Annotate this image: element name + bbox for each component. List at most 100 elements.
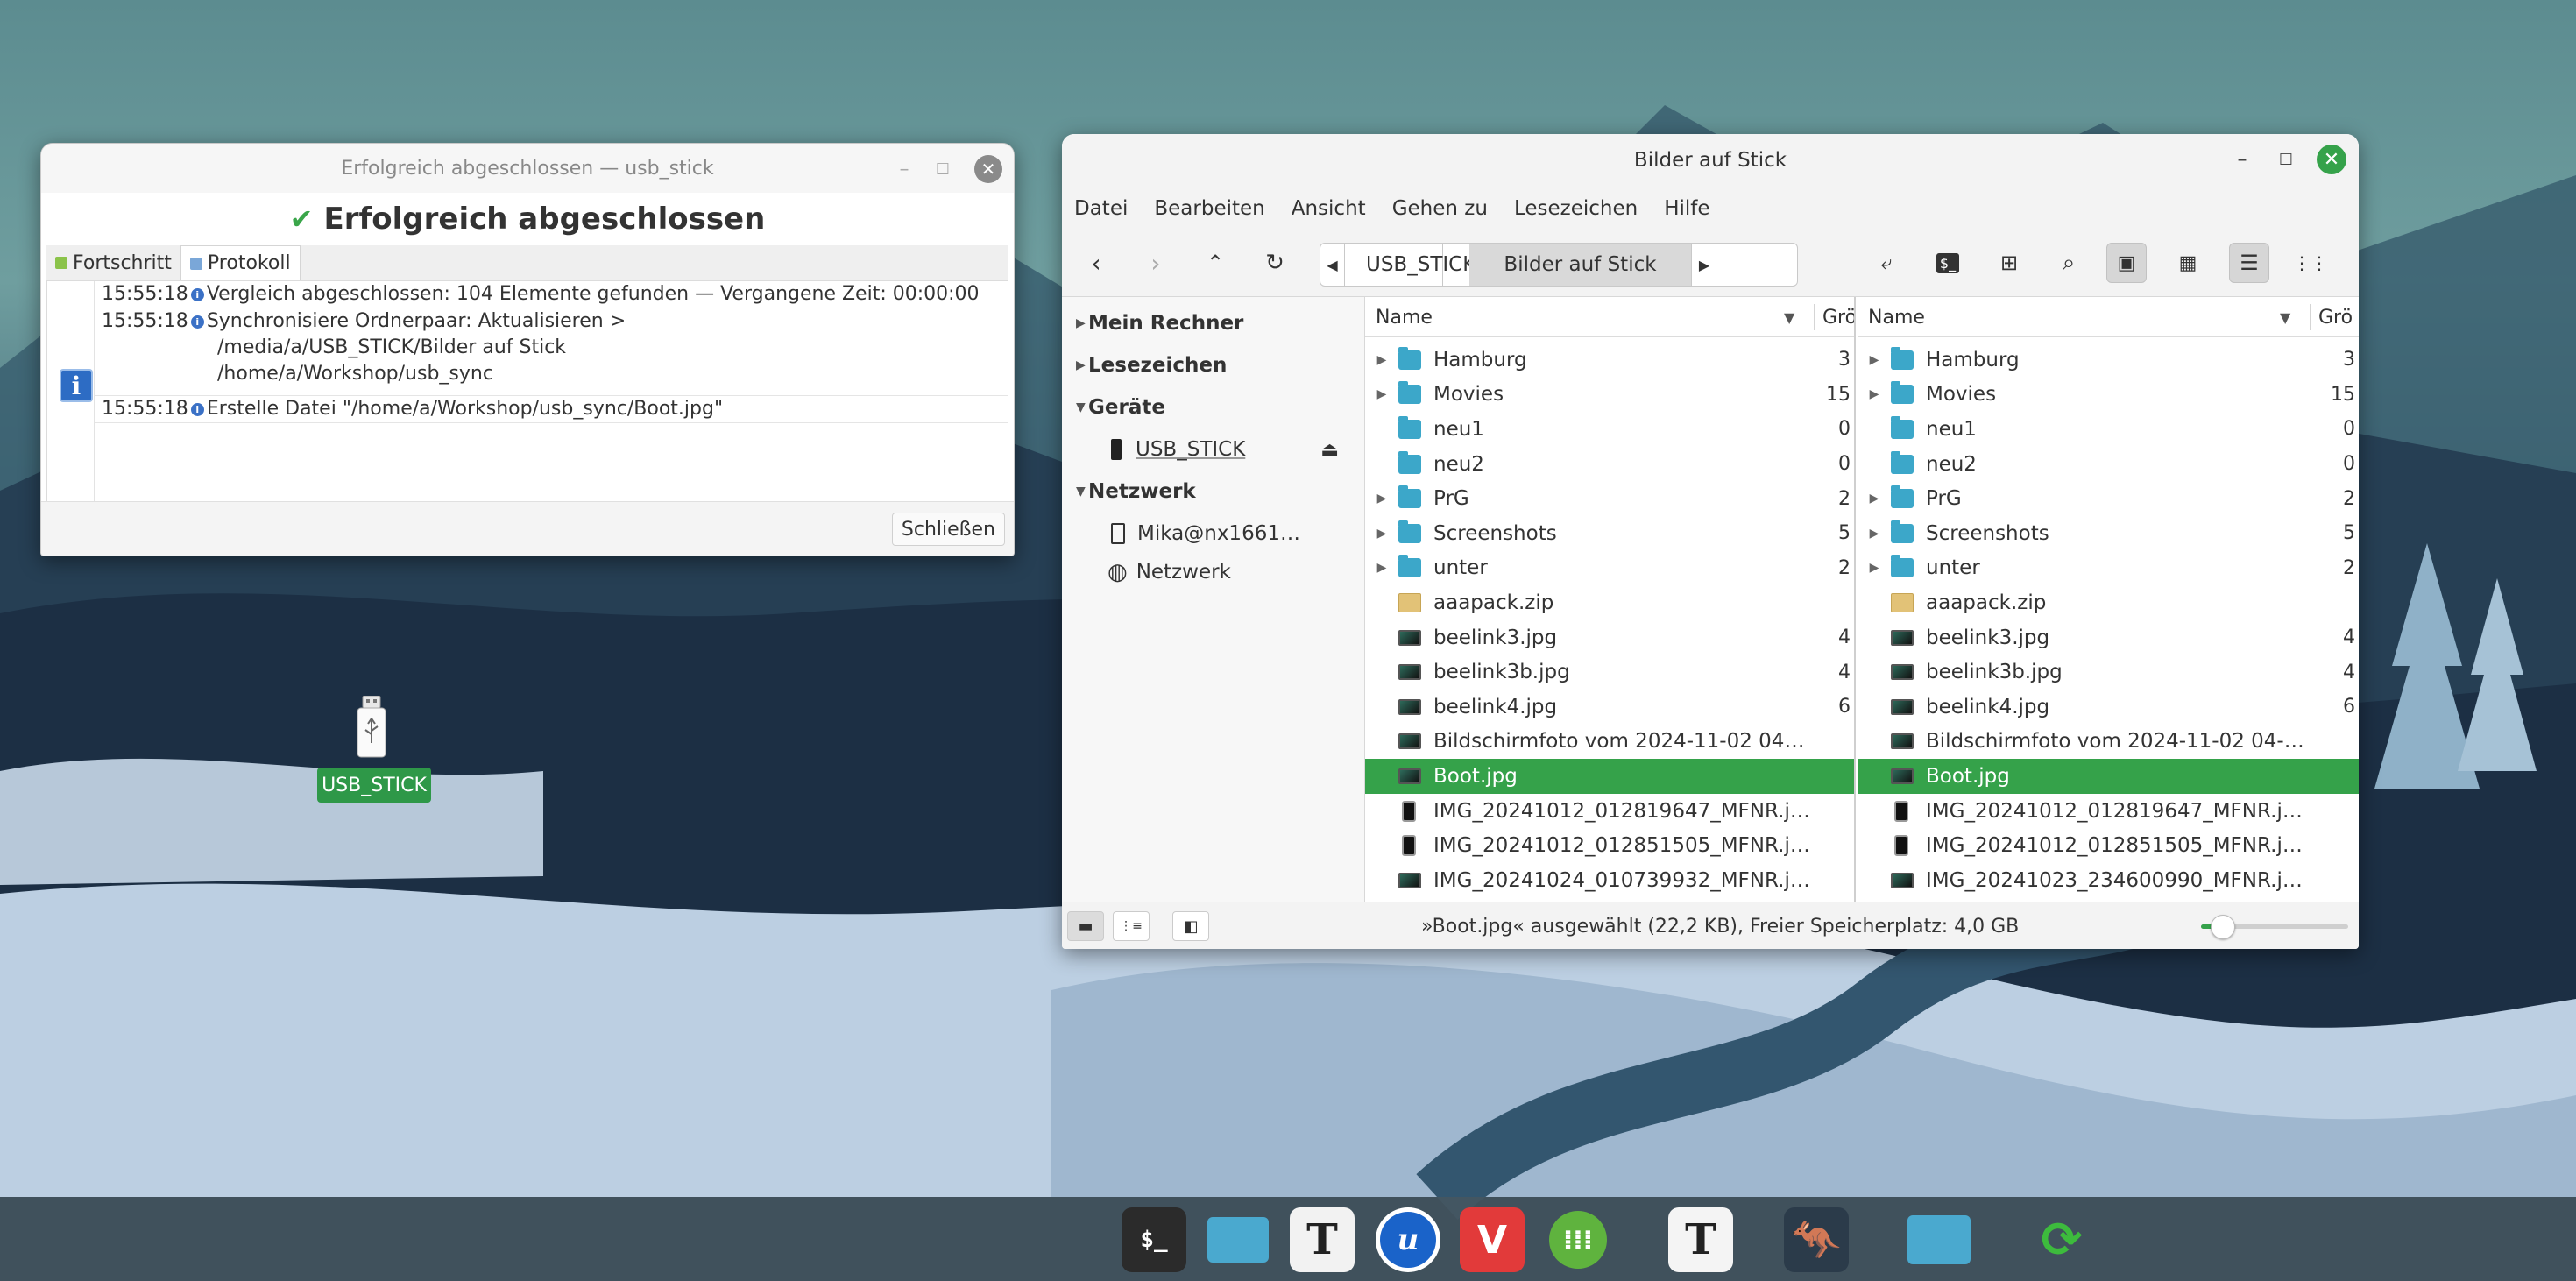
up-icon[interactable]: ⌃ [1195, 243, 1235, 283]
file-row[interactable]: ▶ PrG 2 [1365, 481, 1854, 516]
menu-view[interactable]: Ansicht [1292, 197, 1366, 220]
file-row[interactable]: beelink3b.jpg 4 [1365, 655, 1854, 690]
tab-log[interactable]: Protokoll [180, 245, 301, 280]
file-row[interactable]: IMG_20241023_234600990_MFNR.j… [1858, 863, 2359, 898]
file-row[interactable]: neu2 0 [1365, 447, 1854, 482]
calculator-icon[interactable]: ⁞⁞⁞ [1546, 1207, 1610, 1272]
file-row[interactable]: ▶ PrG 2 [1858, 481, 2359, 516]
sidebar-section-computer[interactable]: ▶ Mein Rechner [1062, 304, 1365, 343]
file-row[interactable]: IMG_20241012_012851505_MFNR.j… [1365, 828, 1854, 863]
file-row[interactable]: ▶ Hamburg 3 [1858, 343, 2359, 378]
expander-right-icon[interactable]: ▶ [1365, 527, 1398, 541]
right-file-pane[interactable]: Name ▼ Grö ▶ Hamburg 3 ▶ Movies 15 neu1 0 neu2 0 ▶… [1858, 297, 2359, 902]
sidebar-item-mika[interactable]: Mika@nx1661… [1062, 514, 1365, 553]
file-row[interactable]: ▶ unter 2 [1365, 551, 1854, 586]
sidebar-section-devices[interactable]: ▼ Geräte [1062, 388, 1365, 427]
log-entry[interactable]: 15:55:18 i Erstelle Datei "/home/a/Worksho… [95, 396, 1008, 423]
log-entry[interactable]: 15:55:18 i Vergleich abgeschlossen: 104 El… [95, 281, 1008, 308]
file-row[interactable]: Bildschirmfoto vom 2024-11-02 04-4… [1365, 725, 1854, 760]
file-row[interactable]: beelink4.jpg 6 [1365, 690, 1854, 725]
column-size-header[interactable]: Grö [2318, 297, 2353, 337]
expander-right-icon[interactable]: ▶ [1858, 561, 1891, 575]
sidebar-section-network[interactable]: ▼ Netzwerk [1062, 472, 1365, 511]
breadcrumb-usb[interactable]: USB_STICK [1345, 244, 1476, 286]
eject-icon[interactable]: ⏏ [1320, 439, 1339, 461]
file-row[interactable]: IMG_20241012_012819647_MFNR.j… [1858, 794, 2359, 829]
expander-right-icon[interactable]: ▶ [1858, 387, 1891, 401]
file-row[interactable]: IMG_20241024_010739932_MFNR.j… [1365, 863, 1854, 898]
show-places-icon[interactable]: ▬ [1067, 911, 1104, 941]
file-row[interactable]: beelink3.jpg 4 [1365, 620, 1854, 655]
search-icon[interactable]: ⌕ [2049, 243, 2089, 283]
sidebar-section-bookmarks[interactable]: ▶ Lesezeichen [1062, 346, 1365, 385]
expander-right-icon[interactable]: ▶ [1858, 492, 1891, 506]
breadcrumb-current[interactable]: Bilder auf Stick [1469, 244, 1692, 286]
sidebar-item-usb-stick[interactable]: USB_STICK ⏏ [1062, 430, 1365, 469]
typora-icon[interactable]: T [1668, 1207, 1733, 1272]
file-row[interactable]: Boot.jpg [1858, 759, 2359, 794]
file-row[interactable]: IMG_20241012_012851505_MFNR.j… [1858, 828, 2359, 863]
file-row[interactable]: ▶ Screenshots 5 [1365, 516, 1854, 551]
new-folder-icon[interactable]: ⊞ [1989, 243, 2029, 283]
menu-file[interactable]: Datei [1074, 197, 1128, 220]
back-icon[interactable]: ‹ [1076, 243, 1116, 283]
file-row[interactable]: aaapack.zip [1858, 585, 2359, 620]
compact-view-icon[interactable]: ⋮⋮ [2290, 243, 2331, 283]
breadcrumb-left-icon[interactable]: ◀ [1320, 244, 1345, 286]
file-row[interactable]: neu1 0 [1365, 412, 1854, 447]
forward-icon[interactable]: › [1136, 243, 1176, 283]
file-row[interactable]: ▶ Screenshots 5 [1858, 516, 2359, 551]
file-row[interactable]: beelink3b.jpg 4 [1858, 655, 2359, 690]
file-row[interactable]: neu2 0 [1858, 447, 2359, 482]
minimize-icon[interactable]: – [889, 154, 919, 184]
sort-down-icon[interactable]: ▼ [1784, 297, 1794, 337]
reload-icon[interactable]: ↻ [1255, 243, 1295, 283]
log-entry[interactable]: 15:55:18 i Synchronisiere Ordnerpaar: Aktu… [95, 308, 1008, 396]
left-file-pane[interactable]: Name ▼ Grö ▶ Hamburg 3 ▶ Movies 15 neu1 0 neu2 0 ▶… [1365, 297, 1856, 902]
open-terminal-path-icon[interactable]: ⤶ [1866, 243, 1907, 283]
file-row[interactable]: aaapack.zip [1365, 585, 1854, 620]
kangaroo-icon[interactable]: 🦘 [1784, 1207, 1849, 1272]
expander-right-icon[interactable]: ▶ [1858, 353, 1891, 367]
column-name-header[interactable]: Name [1376, 297, 1433, 337]
log-list[interactable]: i 15:55:18 i Vergleich abgeschlossen: 104 … [46, 280, 1008, 503]
close-button[interactable]: Schließen [891, 513, 1005, 546]
file-row[interactable]: ▶ unter 2 [1858, 551, 2359, 586]
text-editor-icon[interactable]: T [1290, 1207, 1355, 1272]
file-manager-icon[interactable] [1907, 1207, 1971, 1272]
grid-view-icon[interactable]: ▦ [2168, 243, 2208, 283]
file-row[interactable]: ▶ Hamburg 3 [1365, 343, 1854, 378]
file-row[interactable]: Bildschirmfoto vom 2024-11-02 04-4… [1858, 725, 2359, 760]
writer-icon[interactable]: u [1376, 1207, 1440, 1272]
file-row[interactable]: ▶ Movies 15 [1858, 378, 2359, 413]
fm-titlebar[interactable]: Bilder auf Stick – ☐ ✕ [1062, 134, 2359, 187]
menu-edit[interactable]: Bearbeiten [1154, 197, 1264, 220]
toggle-sidebar-icon[interactable]: ◧ [1172, 911, 1209, 941]
zoom-slider[interactable] [2201, 915, 2348, 939]
column-size-header[interactable]: Grö [1822, 297, 1854, 337]
expander-right-icon[interactable]: ▶ [1365, 561, 1398, 575]
file-row[interactable]: ▶ Movies 15 [1365, 378, 1854, 413]
list-view-icon[interactable]: ☰ [2229, 243, 2269, 283]
tab-progress[interactable]: Fortschritt [46, 245, 180, 280]
expander-right-icon[interactable]: ▶ [1365, 492, 1398, 506]
file-row[interactable]: beelink3.jpg 4 [1858, 620, 2359, 655]
file-row[interactable]: beelink4.jpg 6 [1858, 690, 2359, 725]
minimize-icon[interactable]: – [2227, 145, 2257, 174]
breadcrumb-right-icon[interactable]: ▶ [1692, 244, 1716, 286]
close-window-button[interactable]: ✕ [2317, 145, 2346, 174]
terminal-icon[interactable]: $_ [1928, 243, 1968, 283]
maximize-icon[interactable]: ☐ [928, 154, 958, 184]
menu-help[interactable]: Hilfe [1664, 197, 1709, 220]
expander-right-icon[interactable]: ▶ [1858, 527, 1891, 541]
show-tree-icon[interactable]: ⋮≡ [1113, 911, 1150, 941]
files-icon[interactable] [1206, 1207, 1270, 1272]
desktop-usb-stick[interactable]: USB_STICK [315, 692, 431, 806]
zoom-slider-knob[interactable] [2210, 915, 2235, 939]
column-name-header[interactable]: Name [1868, 297, 1925, 337]
vivaldi-icon[interactable]: V [1460, 1207, 1525, 1272]
maximize-icon[interactable]: ☐ [2271, 145, 2301, 174]
terminal-icon[interactable]: $_ [1122, 1207, 1186, 1272]
expander-right-icon[interactable]: ▶ [1365, 353, 1398, 367]
expander-right-icon[interactable]: ▶ [1365, 387, 1398, 401]
